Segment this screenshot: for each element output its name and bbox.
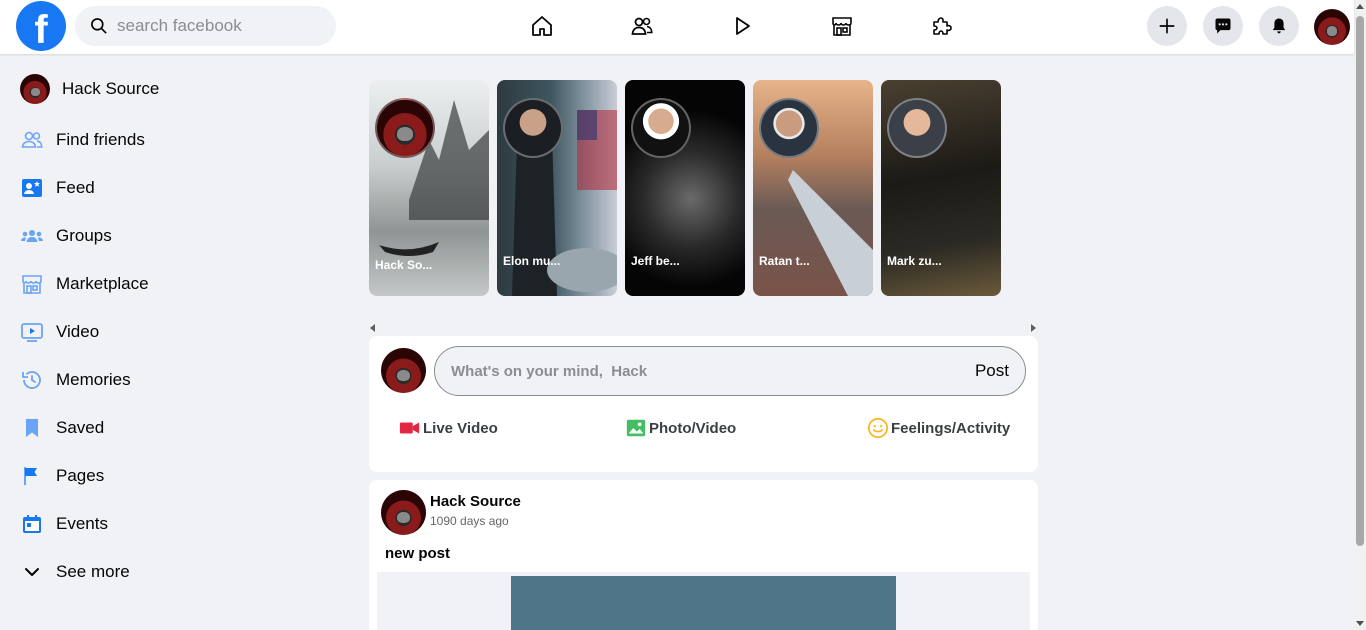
facebook-logo[interactable]: f [16,1,66,51]
avatar [20,74,50,104]
sidebar-item-label: Memories [56,370,131,389]
marketplace-icon[interactable] [829,12,855,40]
sidebar-item-label: Find friends [56,130,145,149]
live-video-icon [399,422,420,434]
feelings-activity-button[interactable]: Feelings/Activity [867,416,1010,440]
live-video-button[interactable]: Live Video [399,416,498,440]
feed-icon [18,174,46,202]
top-navigation-bar: f [0,0,1354,54]
story-avatar [503,98,563,158]
avatar [381,348,426,393]
sidebar-item-label: Hack Source [62,79,160,98]
bookmark-icon [18,414,46,442]
story-card[interactable]: Jeff be... [625,80,745,296]
stories-scroll-left[interactable] [370,324,375,332]
story-avatar [375,98,435,158]
story-card[interactable]: Hack So... [369,80,489,296]
scroll-down-arrow[interactable] [1356,621,1364,626]
sidebar-profile[interactable]: Hack Source [18,69,318,109]
bell-icon [1272,18,1286,34]
calendar-icon [18,510,46,538]
search-box[interactable] [75,6,336,46]
messenger-icon [1215,18,1231,34]
feed-post: Hack Source 1090 days ago new post [369,480,1038,630]
post-image[interactable] [511,576,896,630]
sidebar-item-saved[interactable]: Saved [18,408,318,448]
memories-icon [18,366,46,394]
notifications-button[interactable] [1259,6,1299,46]
story-name: Mark zu... [887,254,942,268]
sidebar-item-label: Video [56,322,100,341]
gaming-icon[interactable] [929,12,955,40]
chevron-down-icon [18,558,46,586]
search-input[interactable] [117,16,317,36]
create-button[interactable] [1147,6,1187,46]
sidebar-item-see-more[interactable]: See more [18,552,318,592]
sidebar-item-label: Feed [56,178,95,197]
page-scrollbar[interactable] [1354,0,1366,630]
photo-icon [626,419,646,437]
avatar[interactable] [381,490,426,535]
story-card[interactable]: Elon mu... [497,80,617,296]
sidebar-item-label: Marketplace [56,274,149,293]
friends-icon[interactable] [629,12,655,40]
sidebar-item-pages[interactable]: Pages [18,456,318,496]
story-name: Elon mu... [503,254,561,268]
post-media-container [377,572,1030,630]
action-label: Feelings/Activity [891,419,1011,437]
video-icon [18,318,46,346]
scroll-up-arrow[interactable] [1356,4,1364,9]
scroll-thumb[interactable] [1356,16,1364,546]
post-button[interactable]: Post [975,361,1009,381]
flag-icon [18,462,46,490]
composer-field[interactable]: Post [434,346,1026,396]
messenger-button[interactable] [1203,6,1243,46]
sidebar-item-label: Groups [56,226,112,245]
plus-icon [1159,18,1175,34]
action-label: Photo/Video [649,419,737,437]
sidebar-item-video[interactable]: Video [18,312,318,352]
post-composer: Post Live Video Photo/Video Feelings/Act… [369,336,1038,472]
story-card[interactable]: Ratan t... [753,80,873,296]
sidebar-item-label: Pages [56,466,105,485]
video-icon[interactable] [729,12,755,40]
story-avatar [631,98,691,158]
sidebar-item-label: Saved [56,418,105,437]
action-label: Live Video [423,419,498,437]
story-card[interactable]: Mark zu... [881,80,1001,296]
post-timestamp[interactable]: 1090 days ago [430,514,509,528]
home-icon[interactable] [529,12,555,40]
friends-icon [18,126,46,154]
sidebar-item-memories[interactable]: Memories [18,360,318,400]
composer-input[interactable] [451,362,951,380]
sidebar-item-events[interactable]: Events [18,504,318,544]
story-name: Jeff be... [631,254,680,268]
sidebar-item-groups[interactable]: Groups [18,216,318,256]
photo-video-button[interactable]: Photo/Video [625,416,736,440]
stories-scroll-right[interactable] [1031,324,1036,332]
story-name: Ratan t... [759,254,810,268]
sidebar-item-find-friends[interactable]: Find friends [18,120,318,160]
story-name: Hack So... [375,258,433,272]
sidebar-item-feed[interactable]: Feed [18,168,318,208]
groups-icon [18,222,46,250]
account-avatar[interactable] [1314,9,1350,45]
post-author[interactable]: Hack Source [430,493,521,510]
story-avatar [759,98,819,158]
sidebar-item-label: Events [56,514,108,533]
smiley-icon [867,417,889,439]
search-icon [91,18,107,34]
sidebar-item-marketplace[interactable]: Marketplace [18,264,318,304]
story-avatar [887,98,947,158]
post-text: new post [385,545,451,562]
sidebar-item-label: See more [56,562,130,581]
marketplace-icon [18,270,46,298]
